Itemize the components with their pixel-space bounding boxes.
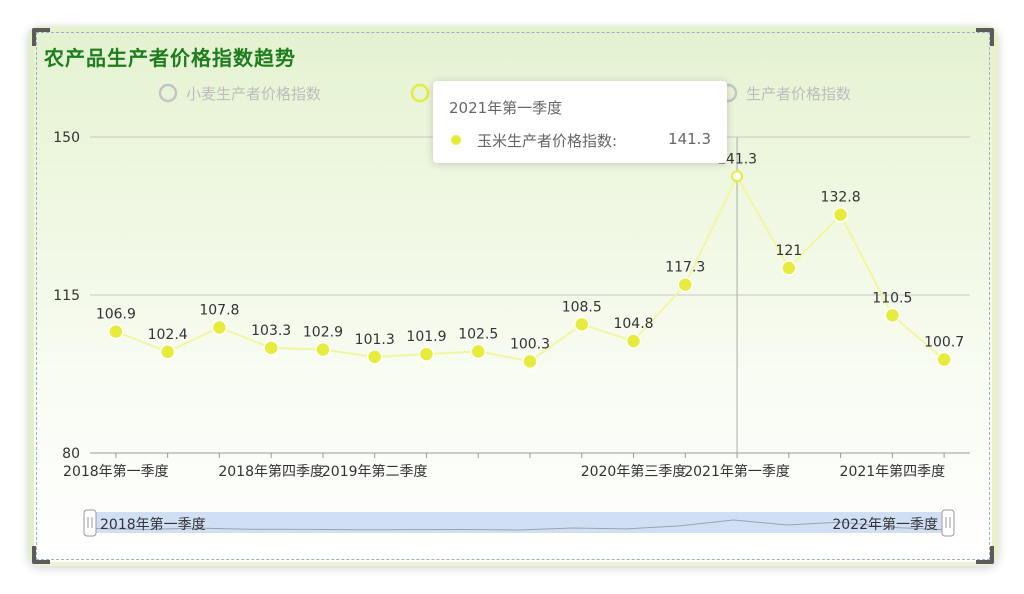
grid: 80 115 150: [53, 130, 970, 462]
legend-marker: [158, 83, 178, 103]
legend-marker: [410, 83, 430, 103]
data-label: 121: [775, 243, 802, 259]
data-label: 110.5: [872, 290, 912, 306]
data-point: [781, 260, 797, 276]
zoom-start-label: 2018年第一季度: [100, 516, 206, 533]
data-point: [522, 353, 538, 370]
data-point: [936, 351, 952, 368]
data-label: 102.9: [303, 325, 343, 341]
zoom-handle-left[interactable]: [83, 509, 97, 537]
chart-card: 农产品生产者价格指数趋势 小麦生产者价格指数玉米生产者价格指数生产者价格指数 8…: [28, 26, 998, 566]
data-point: [108, 323, 124, 340]
tooltip-value: 141.3: [668, 130, 711, 148]
legend-item-1[interactable]: 小麦生产者价格指数: [158, 83, 321, 103]
x-tick-label: 2018年第四季度: [218, 463, 324, 480]
x-tick-label: 2018年第一季度: [63, 463, 169, 480]
data-point: [574, 316, 590, 333]
data-point: [263, 340, 279, 356]
data-point: [731, 170, 744, 183]
x-axis: 2018年第一季度 2018年第四季度2019年第二季度 2020年第三季度2021…: [63, 452, 970, 480]
legend-label: 小麦生产者价格指数: [186, 85, 321, 103]
data-label: 100.7: [924, 335, 964, 351]
data-label: 102.5: [458, 326, 498, 342]
data-point: [470, 343, 486, 360]
y-tick-label-115: 115: [53, 288, 80, 304]
data-label: 132.8: [821, 190, 861, 206]
data-label: 102.4: [148, 327, 188, 343]
legend-item-3[interactable]: 生产者价格指数: [718, 83, 851, 103]
y-tick-label-150: 150: [53, 130, 80, 146]
tooltip: 2021年第一季度 玉米生产者价格指数: 141.3: [433, 81, 727, 163]
data-point: [832, 206, 849, 223]
zoom-end-label: 2022年第一季度: [832, 516, 938, 533]
x-tick-label: 2020年第三季度: [581, 463, 687, 480]
x-tick-label: 2021年第四季度: [840, 463, 946, 480]
tooltip-series-name: 玉米生产者价格指数:: [477, 132, 618, 150]
data-label: 117.3: [665, 260, 705, 276]
data-label: 100.3: [510, 336, 550, 352]
data-label: 103.3: [251, 323, 291, 339]
x-tick-label: 2021年第一季度: [684, 463, 790, 480]
tooltip-series-dot: [451, 135, 461, 145]
tooltip-title: 2021年第一季度: [449, 99, 563, 117]
data-point: [366, 349, 383, 365]
data-label: 101.3: [355, 332, 395, 348]
data-point: [418, 346, 435, 362]
data-point: [884, 307, 901, 324]
data-point: [211, 319, 228, 336]
data-point: [625, 333, 642, 349]
data-label: 107.8: [199, 303, 239, 319]
y-tick-label-80: 80: [62, 446, 80, 462]
data-label: 104.8: [613, 316, 653, 332]
zoom-handle-right[interactable]: [941, 509, 955, 537]
legend-label: 生产者价格指数: [746, 85, 851, 103]
data-point: [159, 344, 176, 360]
data-point: [315, 341, 331, 358]
data-zoom-slider[interactable]: 2018年第一季度 2022年第一季度: [83, 509, 955, 537]
x-tick-label: 2019年第二季度: [322, 463, 428, 480]
data-label: 106.9: [96, 307, 136, 323]
data-point: [677, 276, 694, 293]
data-label: 101.9: [406, 329, 446, 345]
data-label: 108.5: [562, 299, 602, 315]
